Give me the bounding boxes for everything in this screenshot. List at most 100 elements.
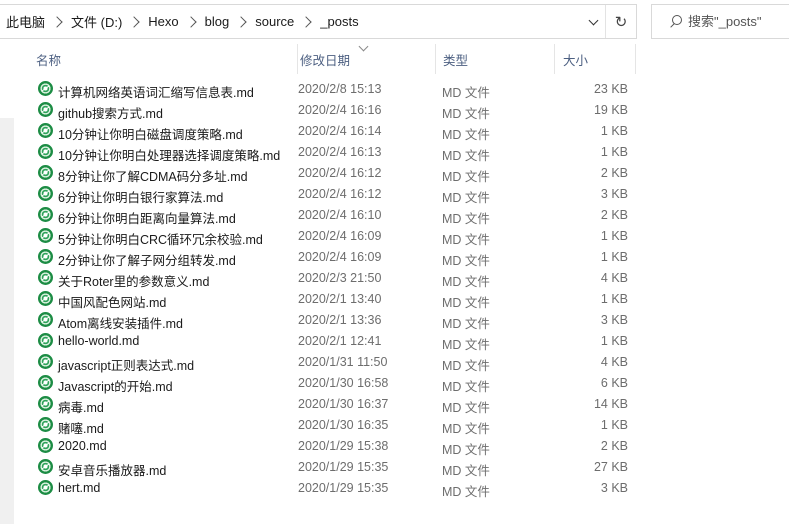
- file-type: MD 文件: [442, 485, 490, 499]
- file-type: MD 文件: [442, 422, 490, 436]
- file-row[interactable]: 10分钟让你明白处理器选择调度策略.md 2020/2/4 16:13 MD 文件 1…: [14, 142, 789, 163]
- markdown-file-icon: [38, 312, 53, 327]
- file-modified-date: 2020/2/4 16:12: [298, 187, 382, 201]
- markdown-file-icon: [38, 165, 53, 180]
- refresh-button[interactable]: ↻: [605, 5, 636, 38]
- file-row[interactable]: Atom离线安装插件.md 2020/2/1 13:36 MD 文件 3 KB: [14, 310, 789, 331]
- column-header-size[interactable]: 大小: [554, 44, 636, 74]
- file-row[interactable]: github搜索方式.md 2020/2/4 16:16 MD 文件 19 KB: [14, 100, 789, 121]
- file-row[interactable]: 2020.md 2020/1/29 15:38 MD 文件 2 KB: [14, 436, 789, 457]
- file-name: 10分钟让你明白处理器选择调度策略.md: [58, 149, 281, 163]
- breadcrumb-chevron-icon[interactable]: [128, 15, 140, 28]
- navigation-pane-scrollbar[interactable]: [0, 118, 14, 524]
- file-modified-date: 2020/2/4 16:09: [298, 229, 382, 243]
- file-type: MD 文件: [442, 359, 490, 373]
- file-modified-date: 2020/2/4 16:10: [298, 208, 382, 222]
- file-row[interactable]: hello-world.md 2020/2/1 12:41 MD 文件 1 KB: [14, 331, 789, 352]
- file-size: 2 KB: [600, 166, 628, 180]
- breadcrumb-blog[interactable]: blog: [205, 14, 230, 29]
- file-row[interactable]: 病毒.md 2020/1/30 16:37 MD 文件 14 KB: [14, 394, 789, 415]
- address-history-dropdown[interactable]: [583, 5, 603, 38]
- file-modified-date: 2020/1/31 11:50: [298, 355, 388, 369]
- file-name: 6分钟让你明白银行家算法.md: [58, 191, 224, 205]
- file-modified-date: 2020/1/30 16:58: [298, 376, 389, 390]
- search-icon: [668, 14, 684, 30]
- file-row[interactable]: 8分钟让你了解CDMA码分多址.md 2020/2/4 16:12 MD 文件 2 K…: [14, 163, 789, 184]
- file-row[interactable]: 计算机网络英语词汇缩写信息表.md 2020/2/8 15:13 MD 文件 23 K…: [14, 79, 789, 100]
- breadcrumb-drive-d[interactable]: 文件 (D:): [71, 12, 122, 31]
- file-name: 中国风配色网站.md: [58, 296, 167, 310]
- file-size: 1 KB: [600, 292, 628, 306]
- file-name: javascript正则表达式.md: [58, 359, 195, 373]
- markdown-file-icon: [38, 144, 53, 159]
- search-input[interactable]: [688, 14, 784, 29]
- file-row[interactable]: 中国风配色网站.md 2020/2/1 13:40 MD 文件 1 KB: [14, 289, 789, 310]
- file-type: MD 文件: [442, 149, 490, 163]
- file-size: 1 KB: [600, 334, 628, 348]
- file-type: MD 文件: [442, 170, 490, 184]
- file-list: 计算机网络英语词汇缩写信息表.md 2020/2/8 15:13 MD 文件 23 K…: [14, 79, 789, 499]
- file-name: 赌噻.md: [58, 422, 104, 436]
- file-name: 10分钟让你明白磁盘调度策略.md: [58, 128, 243, 142]
- markdown-file-icon: [38, 438, 53, 453]
- file-size: 1 KB: [600, 124, 628, 138]
- file-row[interactable]: 赌噻.md 2020/1/30 16:35 MD 文件 1 KB: [14, 415, 789, 436]
- search-box[interactable]: [651, 4, 789, 39]
- file-modified-date: 2020/2/4 16:09: [298, 250, 382, 264]
- file-name: 8分钟让你了解CDMA码分多址.md: [58, 170, 248, 184]
- breadcrumb-chevron-icon[interactable]: [51, 15, 63, 28]
- breadcrumb-source[interactable]: source: [255, 14, 294, 29]
- file-type: MD 文件: [442, 128, 490, 142]
- breadcrumb-posts[interactable]: _posts: [320, 14, 358, 29]
- file-name: Atom离线安装插件.md: [58, 317, 184, 331]
- file-size: 14 KB: [593, 397, 628, 411]
- file-row[interactable]: javascript正则表达式.md 2020/1/31 11:50 MD 文件 4 …: [14, 352, 789, 373]
- breadcrumb-hexo[interactable]: Hexo: [148, 14, 178, 29]
- navigation-pane[interactable]: [0, 44, 14, 524]
- file-size: 3 KB: [600, 313, 628, 327]
- file-size: 19 KB: [593, 103, 628, 117]
- file-modified-date: 2020/1/29 15:35: [298, 481, 389, 495]
- file-row[interactable]: 5分钟让你明白CRC循环冗余校验.md 2020/2/4 16:09 MD 文件 1 …: [14, 226, 789, 247]
- file-name: 5分钟让你明白CRC循环冗余校验.md: [58, 233, 263, 247]
- file-size: 23 KB: [593, 82, 628, 96]
- address-bar[interactable]: 此电脑 文件 (D:) Hexo blog source _posts ↻: [0, 4, 637, 39]
- column-header-name[interactable]: 名称: [36, 44, 305, 74]
- markdown-file-icon: [38, 375, 53, 390]
- breadcrumb-chevron-icon[interactable]: [184, 15, 197, 28]
- address-bar-row: 此电脑 文件 (D:) Hexo blog source _posts ↻: [0, 0, 789, 44]
- file-row[interactable]: 6分钟让你明白银行家算法.md 2020/2/4 16:12 MD 文件 3 KB: [14, 184, 789, 205]
- file-type: MD 文件: [442, 380, 490, 394]
- markdown-file-icon: [38, 396, 53, 411]
- file-row[interactable]: 2分钟让你了解子网分组转发.md 2020/2/4 16:09 MD 文件 1 KB: [14, 247, 789, 268]
- file-type: MD 文件: [442, 275, 490, 289]
- file-row[interactable]: Javascript的开始.md 2020/1/30 16:58 MD 文件 6 KB: [14, 373, 789, 394]
- breadcrumb-this-pc[interactable]: 此电脑: [6, 12, 45, 31]
- file-name: 2020.md: [58, 439, 107, 453]
- breadcrumb: 此电脑 文件 (D:) Hexo blog source _posts: [6, 5, 359, 38]
- file-size: 1 KB: [600, 250, 628, 264]
- breadcrumb-chevron-icon[interactable]: [235, 15, 247, 28]
- chevron-down-icon: [588, 15, 598, 25]
- markdown-file-icon: [38, 291, 53, 306]
- markdown-file-icon: [38, 333, 53, 348]
- file-size: 2 KB: [600, 208, 628, 222]
- column-header-type[interactable]: 类型: [435, 44, 554, 74]
- file-type: MD 文件: [442, 107, 490, 121]
- markdown-file-icon: [38, 228, 53, 243]
- file-modified-date: 2020/1/30 16:37: [298, 397, 389, 411]
- file-size: 1 KB: [600, 418, 628, 432]
- file-row[interactable]: 10分钟让你明白磁盘调度策略.md 2020/2/4 16:14 MD 文件 1 KB: [14, 121, 789, 142]
- breadcrumb-chevron-icon[interactable]: [300, 15, 312, 28]
- file-size: 3 KB: [600, 187, 628, 201]
- file-type: MD 文件: [442, 317, 490, 331]
- markdown-file-icon: [38, 459, 53, 474]
- file-row[interactable]: 安卓音乐播放器.md 2020/1/29 15:35 MD 文件 27 KB: [14, 457, 789, 478]
- file-type: MD 文件: [442, 296, 490, 310]
- file-size: 3 KB: [600, 481, 628, 495]
- file-name: hert.md: [58, 481, 101, 495]
- file-row[interactable]: 6分钟让你明白距离向量算法.md 2020/2/4 16:10 MD 文件 2 KB: [14, 205, 789, 226]
- file-row[interactable]: hert.md 2020/1/29 15:35 MD 文件 3 KB: [14, 478, 789, 499]
- file-row[interactable]: 关于Roter里的参数意义.md 2020/2/3 21:50 MD 文件 4 KB: [14, 268, 789, 289]
- column-header-date[interactable]: 修改日期: [297, 44, 440, 74]
